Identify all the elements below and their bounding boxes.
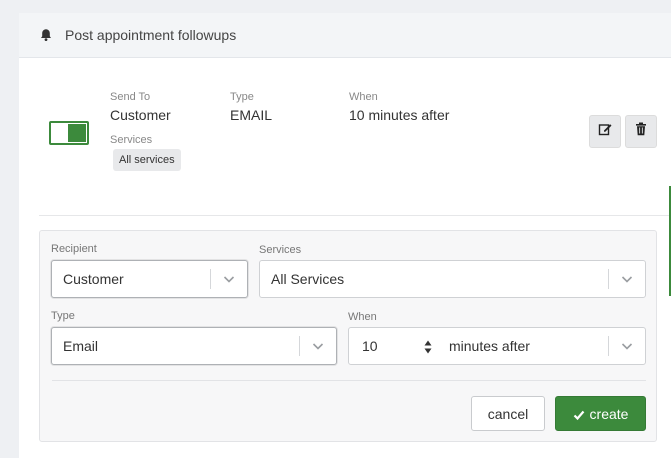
cancel-label: cancel: [487, 405, 529, 422]
send-to-value: Customer: [110, 107, 171, 123]
when-number-value: 10: [362, 338, 378, 354]
select-separator: [299, 336, 300, 356]
type-select[interactable]: Email: [51, 327, 337, 365]
select-separator: [210, 269, 211, 289]
when-unit-value: minutes after: [449, 338, 530, 354]
chevron-down-icon[interactable]: [620, 339, 634, 353]
when-number-input[interactable]: 10: [350, 329, 436, 363]
select-separator: [608, 336, 609, 356]
checkmark-icon: [573, 408, 585, 420]
services-value: All Services: [271, 271, 345, 287]
delete-button[interactable]: [625, 115, 657, 148]
create-label: create: [589, 405, 629, 422]
type-value: EMAIL: [230, 107, 273, 123]
new-followup-form: Recipient Customer Services All Services…: [39, 230, 657, 442]
chevron-down-icon[interactable]: [222, 272, 236, 286]
services-chip: All services: [113, 149, 181, 171]
services-select[interactable]: All Services: [259, 260, 646, 298]
followups-panel: Post appointment followups Send To Custo…: [19, 13, 671, 458]
edit-icon: [598, 122, 612, 141]
when-field-label: When: [348, 311, 377, 323]
followup-row: Send To Customer Type EMAIL When 10 minu…: [19, 58, 671, 214]
section-divider: [39, 215, 671, 216]
services-label: Services: [110, 134, 153, 146]
recipient-select[interactable]: Customer: [51, 260, 248, 298]
form-divider: [52, 380, 646, 381]
type-field-value: Email: [63, 338, 99, 354]
edit-button[interactable]: [589, 115, 621, 148]
trash-icon: [635, 122, 647, 141]
recipient-label: Recipient: [51, 243, 97, 255]
cancel-button[interactable]: cancel: [471, 396, 545, 431]
recipient-value: Customer: [63, 271, 124, 287]
chevron-down-icon[interactable]: [311, 339, 325, 353]
bell-icon: [39, 28, 53, 42]
toggle-knob: [68, 124, 86, 142]
when-label: When: [349, 91, 378, 103]
select-separator: [608, 269, 609, 289]
create-button[interactable]: create: [555, 396, 646, 431]
chevron-down-icon[interactable]: [620, 272, 634, 286]
send-to-label: Send To: [110, 91, 151, 103]
when-select[interactable]: 10 minutes after: [348, 327, 646, 365]
type-field-label: Type: [51, 310, 75, 322]
panel-title: Post appointment followups: [65, 27, 237, 43]
followup-enabled-toggle[interactable]: [49, 121, 89, 145]
when-value: 10 minutes after: [349, 107, 450, 123]
stepper-arrows-icon[interactable]: [423, 339, 433, 355]
services-field-label: Services: [259, 244, 302, 256]
type-label: Type: [230, 91, 254, 103]
panel-header: Post appointment followups: [19, 13, 671, 58]
